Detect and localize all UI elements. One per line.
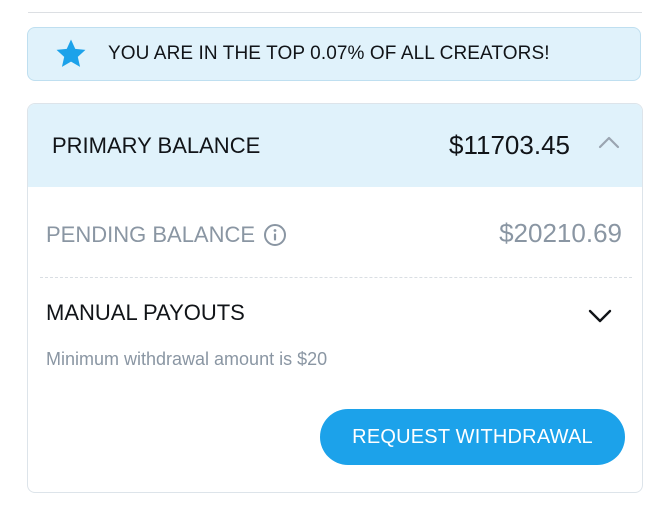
pending-balance-label: PENDING BALANCE bbox=[46, 222, 256, 247]
top-creator-banner: YOU ARE IN THE TOP 0.07% OF ALL CREATORS… bbox=[27, 27, 641, 81]
manual-payouts-row[interactable]: MANUAL PAYOUTS bbox=[28, 294, 642, 334]
top-divider bbox=[28, 12, 642, 13]
primary-balance-header[interactable]: PRIMARY BALANCE $11703.45 bbox=[28, 104, 642, 187]
chevron-down-icon[interactable] bbox=[588, 308, 612, 324]
pending-balance-amount: $20210.69 bbox=[499, 218, 622, 248]
balance-card: PRIMARY BALANCE $11703.45 PENDING BALANC… bbox=[27, 103, 643, 493]
primary-balance-label: PRIMARY BALANCE bbox=[52, 132, 261, 158]
banner-text: YOU ARE IN THE TOP 0.07% OF ALL CREATORS… bbox=[108, 43, 550, 64]
dashed-divider bbox=[40, 277, 632, 278]
pending-balance-row: PENDING BALANCE $20210.69 bbox=[28, 214, 642, 260]
primary-balance-amount: $11703.45 bbox=[449, 130, 570, 160]
chevron-up-icon[interactable] bbox=[598, 135, 620, 149]
request-withdrawal-button[interactable]: REQUEST WITHDRAWAL bbox=[320, 409, 625, 465]
star-icon bbox=[54, 37, 88, 71]
pending-balance-label-wrap: PENDING BALANCE bbox=[46, 222, 287, 248]
manual-payouts-label: MANUAL PAYOUTS bbox=[46, 300, 245, 325]
minimum-withdrawal-note: Minimum withdrawal amount is $20 bbox=[46, 349, 328, 369]
info-icon[interactable] bbox=[263, 223, 287, 247]
